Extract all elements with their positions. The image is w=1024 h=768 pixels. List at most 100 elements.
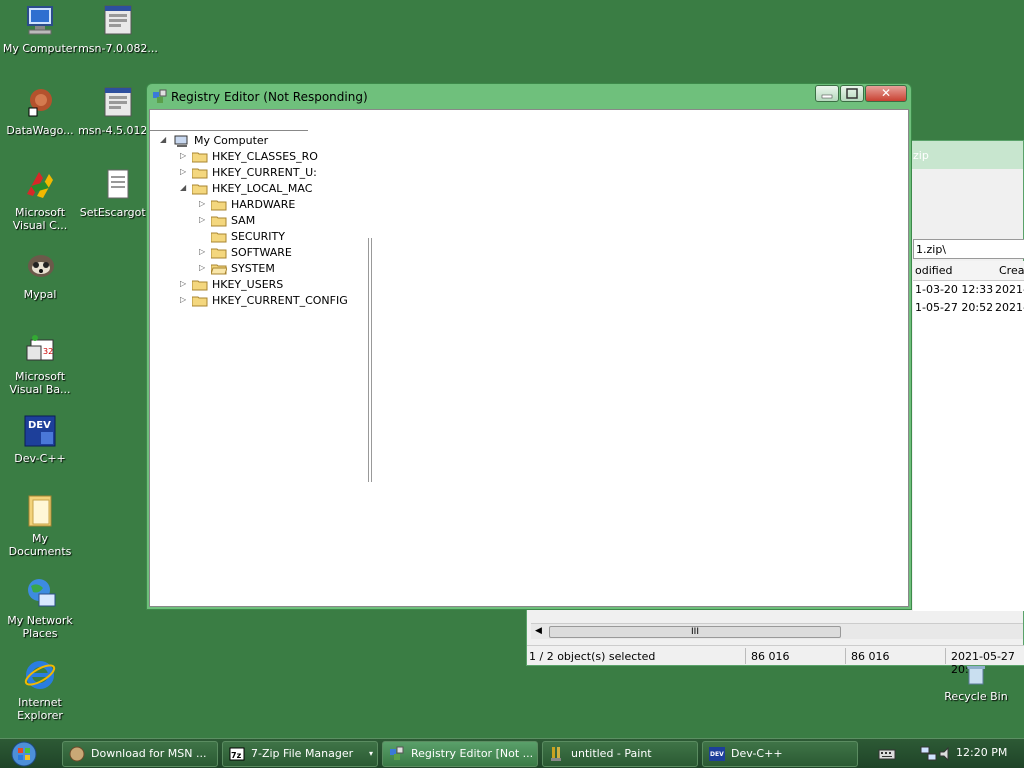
computer-icon	[174, 135, 190, 147]
browser-icon	[69, 746, 85, 762]
dev-cpp-icon: DEV	[709, 746, 725, 762]
keyboard-icon[interactable]	[878, 747, 896, 764]
column-header: odified Creat	[913, 261, 1024, 281]
status-size: 86 016	[751, 650, 790, 663]
visual-basic-icon: 32	[23, 332, 57, 366]
taskbar: Download for MSN ... 7z 7-Zip File Manag…	[0, 738, 1024, 768]
internet-explorer-icon	[23, 658, 57, 692]
system-tray: 12:20 PM	[868, 741, 1024, 767]
folder-icon	[191, 183, 208, 195]
expand-icon[interactable]: ▷	[199, 215, 209, 224]
expand-icon[interactable]: ▷	[180, 167, 190, 176]
window-title: Registry Editor (Not Responding)	[171, 90, 368, 104]
close-button[interactable]: ✕	[865, 85, 907, 102]
svg-text:DEV: DEV	[710, 751, 724, 758]
folder-icon	[210, 215, 227, 227]
svg-text:32: 32	[43, 347, 53, 356]
file-list[interactable]	[913, 281, 1024, 611]
tree-item-label: HKEY_LOCAL_MAC	[212, 182, 313, 195]
desktop-icon-internet-explorer[interactable]: Internet Explorer	[0, 658, 80, 722]
raccoon-icon	[23, 250, 57, 284]
registry-editor-window[interactable]: Registry Editor (Not Responding) ✕ ◢ My …	[146, 83, 912, 610]
desktop-icon-mypal[interactable]: Mypal	[0, 250, 80, 301]
status-packed: 86 016	[851, 650, 890, 663]
scroll-left-icon[interactable]: ◀	[535, 626, 542, 636]
registry-editor-icon	[389, 746, 405, 762]
visual-c-icon	[23, 168, 57, 202]
clock[interactable]: 12:20 PM	[956, 746, 1007, 759]
status-date: 2021-05-27 20:	[951, 650, 1015, 676]
expand-icon[interactable]: ▷	[180, 279, 190, 288]
seven-zip-icon: 7z	[229, 746, 245, 762]
scroll-thumb[interactable]: III	[549, 626, 841, 638]
expand-icon[interactable]: ▷	[199, 199, 209, 208]
datawagon-icon	[23, 86, 57, 120]
network-icon[interactable]	[920, 746, 938, 765]
tree-item-label: HKEY_CURRENT_U:	[212, 166, 317, 179]
taskbar-button-download-msn[interactable]: Download for MSN ...	[62, 741, 218, 767]
tree-item-label: SOFTWARE	[231, 246, 292, 259]
computer-icon	[23, 4, 57, 38]
folder-icon	[191, 279, 208, 291]
paint-icon	[549, 746, 565, 762]
taskbar-button-registry-editor[interactable]: Registry Editor [Not ...	[382, 741, 538, 767]
address-bar[interactable]: 1.zip\	[913, 239, 1024, 259]
chevron-down-icon[interactable]: ▾	[369, 742, 373, 766]
desktop-icon-dev-cpp[interactable]: DEV Dev-C++	[0, 414, 80, 465]
taskbar-button-7zip[interactable]: 7z 7-Zip File Manager ▾	[222, 741, 378, 767]
svg-text:7z: 7z	[231, 751, 242, 760]
tree-item-label: HKEY_CLASSES_RO	[212, 150, 318, 163]
registry-editor-titlebar[interactable]: Registry Editor (Not Responding) ✕	[147, 84, 911, 110]
horizontal-scrollbar[interactable]: ◀ III	[531, 623, 1023, 639]
pane-splitter[interactable]	[368, 238, 372, 482]
desktop-icon-datawagon[interactable]: DataWago...	[0, 86, 80, 137]
collapse-icon[interactable]: ◢	[180, 183, 190, 192]
seven-zip-title: zip	[913, 149, 929, 162]
taskbar-button-paint[interactable]: untitled - Paint	[542, 741, 698, 767]
folder-icon	[210, 199, 227, 211]
expand-icon[interactable]: ▷	[199, 263, 209, 272]
tree-item-label: HKEY_CURRENT_CONFIG	[212, 294, 348, 307]
volume-icon[interactable]	[938, 746, 954, 765]
taskbar-button-dev-cpp[interactable]: DEV Dev-C++	[702, 741, 858, 767]
folder-icon	[210, 231, 227, 243]
registry-editor-client[interactable]: ◢ My Computer ▷ HKEY_CLASSES_RO ▷ HKEY_C…	[149, 109, 909, 607]
folder-icon	[23, 494, 57, 528]
tree-item-label: HKEY_USERS	[212, 278, 284, 291]
desktop-icon-my-documents[interactable]: My Documents	[0, 494, 80, 558]
folder-icon	[210, 247, 227, 259]
start-button[interactable]	[4, 740, 44, 768]
minimize-button[interactable]	[815, 85, 839, 102]
desktop-icon-visual-c[interactable]: Microsoft Visual C...	[0, 168, 80, 232]
document-icon	[101, 168, 135, 202]
registry-editor-icon	[152, 89, 168, 105]
folder-open-icon	[210, 263, 228, 275]
installer-icon	[101, 4, 135, 38]
dev-cpp-icon: DEV	[23, 414, 57, 448]
desktop-icon-visual-basic[interactable]: 32 Microsoft Visual Ba...	[0, 332, 80, 396]
tree-item-label: HARDWARE	[231, 198, 296, 211]
maximize-button[interactable]	[840, 85, 864, 102]
network-globe-icon	[23, 576, 57, 610]
expand-icon[interactable]: ▷	[180, 151, 190, 160]
folder-icon	[191, 167, 208, 179]
installer-icon	[101, 86, 135, 120]
tree-item-label: SECURITY	[231, 230, 285, 243]
tree-item-label: My Computer	[194, 134, 269, 147]
status-bar: 1 / 2 object(s) selected 86 016 86 016 2…	[527, 645, 1024, 676]
svg-text:DEV: DEV	[28, 420, 51, 431]
collapse-icon[interactable]: ◢	[160, 135, 170, 144]
minimize-icon	[821, 94, 833, 99]
folder-icon	[191, 151, 208, 163]
column-created[interactable]: Creat	[999, 264, 1024, 277]
expand-icon[interactable]: ▷	[180, 295, 190, 304]
desktop-icon-msn-7[interactable]: msn-7.0.082...	[78, 4, 158, 55]
status-selection: 1 / 2 object(s) selected	[529, 650, 656, 663]
windows-logo-icon	[11, 741, 37, 767]
desktop-icon-my-computer[interactable]: My Computer	[0, 4, 80, 55]
close-icon: ✕	[880, 86, 892, 100]
column-modified[interactable]: odified	[915, 264, 952, 277]
desktop-icon-my-network-places[interactable]: My Network Places	[0, 576, 80, 640]
expand-icon[interactable]: ▷	[199, 247, 209, 256]
tree-item-label: SYSTEM	[231, 262, 275, 275]
